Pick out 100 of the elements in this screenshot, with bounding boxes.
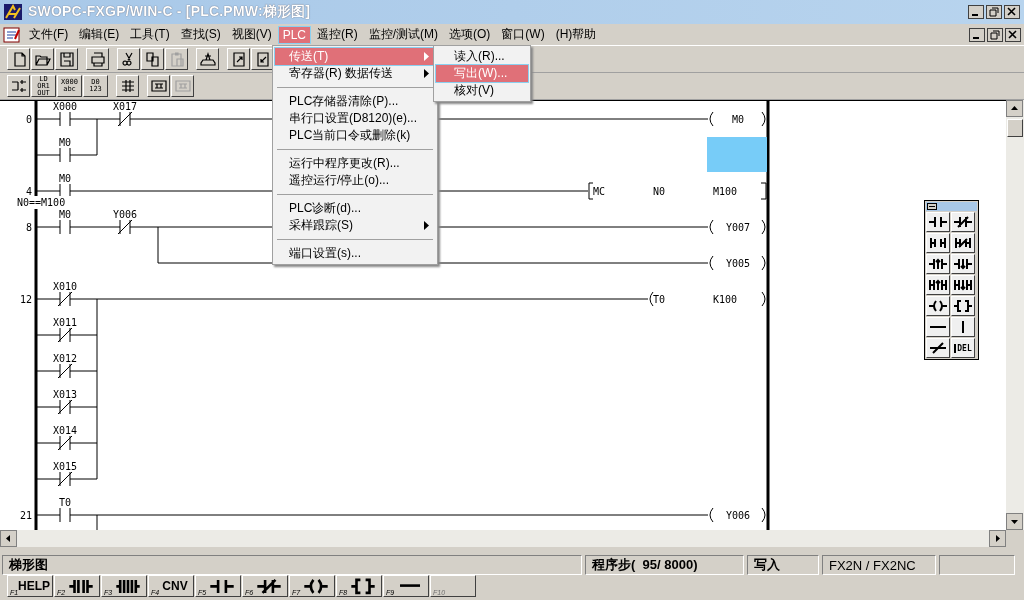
horizontal-scrollbar[interactable] (0, 530, 1024, 547)
ladder-symbol-button[interactable] (951, 317, 975, 337)
palette-menu-icon[interactable] (927, 203, 937, 210)
grid-button[interactable] (116, 75, 139, 97)
ladder-symbol-button[interactable] (926, 254, 950, 274)
copy-icon (143, 51, 162, 67)
minimize-icon[interactable] (969, 27, 985, 42)
wire (69, 370, 98, 372)
scroll-right-icon[interactable] (989, 530, 1006, 547)
menu-item[interactable]: 视图(V) (227, 25, 276, 44)
window-title: SWOPC-FXGP/WIN-C - [PLC.PMW:梯形图] (28, 3, 311, 21)
save-button[interactable] (55, 48, 78, 70)
wire (69, 442, 98, 444)
ladder-symbol-button[interactable] (926, 338, 950, 358)
new-button[interactable] (7, 48, 30, 70)
normally-open-contact (59, 219, 71, 235)
menu-item[interactable]: 查找(S) (176, 25, 225, 44)
menu-item[interactable]: (H)帮助 (551, 25, 601, 44)
menu-item[interactable]: 采样跟踪(S) (275, 217, 435, 234)
minimize-icon[interactable] (968, 5, 984, 19)
operand-label: Y006 (725, 510, 751, 521)
monitor-button[interactable] (147, 75, 170, 97)
menu-item[interactable]: 文件(F) (25, 25, 73, 44)
vertical-scrollbar[interactable] (1006, 100, 1024, 530)
menu-item[interactable]: 运行中程序更改(R)... (275, 155, 435, 172)
ladder-symbol-button[interactable] (951, 296, 975, 316)
transfer-button[interactable] (196, 48, 219, 70)
menu-item[interactable]: 寄存器(R) 数据传送 (275, 65, 435, 82)
device-label: Y006 (112, 209, 138, 220)
copy-button[interactable] (141, 48, 164, 70)
menu-item[interactable]: 核对(V) (436, 82, 528, 99)
step-number: 21 (19, 510, 32, 521)
ladder-symbol-button[interactable] (951, 212, 975, 232)
ladder-symbol-icon (930, 325, 946, 329)
ladder-symbol-button[interactable] (926, 317, 950, 337)
wire (36, 334, 61, 336)
operand-label: N0 (653, 186, 666, 197)
ladder-symbol-icon (953, 235, 973, 251)
rung-note: N0==M100 (17, 197, 66, 208)
scroll-up-icon[interactable] (1006, 100, 1023, 117)
page-up-button[interactable] (227, 48, 250, 70)
ladder-symbol-button[interactable] (951, 254, 975, 274)
menu-item[interactable]: 编辑(E) (75, 25, 124, 44)
ladder-symbol-icon (928, 214, 948, 230)
menu-item[interactable]: PLC诊断(d)... (275, 200, 435, 217)
wire (69, 478, 98, 480)
status-field: 写入 (747, 555, 819, 575)
page-down-button[interactable] (251, 48, 274, 70)
ladder-symbol-button[interactable] (951, 275, 975, 295)
menu-item[interactable]: 端口设置(s)... (275, 245, 435, 262)
ladder-convert-icon (9, 78, 28, 94)
device-label: X012 (52, 353, 78, 364)
scroll-thumb[interactable] (1007, 119, 1023, 137)
menu-item[interactable]: 读入(R)... (436, 48, 528, 65)
step-number: 8 (25, 222, 32, 233)
monitor-icon (173, 78, 192, 94)
menu-item[interactable]: 选项(O) (445, 25, 495, 44)
menu-item[interactable]: PLC当前口令或删除(k) (275, 127, 435, 144)
status-field: 梯形图 (2, 555, 582, 575)
menu-item[interactable]: 串行口设置(D8120)(e)... (275, 110, 435, 127)
delete-button[interactable]: DEL (951, 338, 975, 358)
scroll-left-icon[interactable] (0, 530, 17, 547)
normally-open-contact (59, 147, 71, 163)
open-button[interactable] (31, 48, 54, 70)
wire (36, 226, 61, 228)
cut-button[interactable] (117, 48, 140, 70)
menu-item[interactable]: 遥控(R) (313, 25, 362, 44)
wire (69, 406, 98, 408)
operand-label: M100 (713, 186, 738, 197)
scroll-down-icon[interactable] (1006, 513, 1023, 530)
menu-item[interactable]: 工具(T) (126, 25, 174, 44)
ladder-symbol-button[interactable] (926, 275, 950, 295)
close-icon[interactable] (1004, 5, 1020, 19)
normally-closed-contact (57, 399, 73, 415)
branch-wire (96, 118, 98, 156)
convert-button[interactable] (7, 75, 30, 97)
operand-label: M0 (732, 114, 744, 125)
device-label: M0 (59, 173, 71, 184)
menu-item[interactable]: 遥控运行/停止(o)... (275, 172, 435, 189)
menu-item[interactable]: 监控/测试(M) (364, 25, 442, 44)
operand-label: Y005 (725, 258, 751, 269)
print-button[interactable] (86, 48, 109, 70)
ladder-symbol-button[interactable] (926, 212, 950, 232)
ladder-symbol-icon (928, 277, 948, 293)
restore-icon[interactable] (987, 27, 1003, 42)
menu-item[interactable]: PLC存储器清除(P)... (275, 93, 435, 110)
normally-closed-contact (117, 219, 133, 235)
wire (36, 154, 61, 156)
ladder-symbol-icon (953, 256, 973, 272)
ladder-symbol-icon (928, 298, 948, 314)
close-icon[interactable] (1005, 27, 1021, 42)
normally-closed-contact (57, 435, 73, 451)
ladder-symbol-button[interactable] (951, 233, 975, 253)
restore-icon[interactable] (986, 5, 1002, 19)
ladder-symbol-button[interactable] (926, 233, 950, 253)
ladder-symbol-icon (928, 256, 948, 272)
menu-item[interactable]: 窗口(W) (497, 25, 549, 44)
ladder-symbol-button[interactable] (926, 296, 950, 316)
wire (69, 118, 121, 120)
document-icon[interactable] (3, 26, 21, 43)
